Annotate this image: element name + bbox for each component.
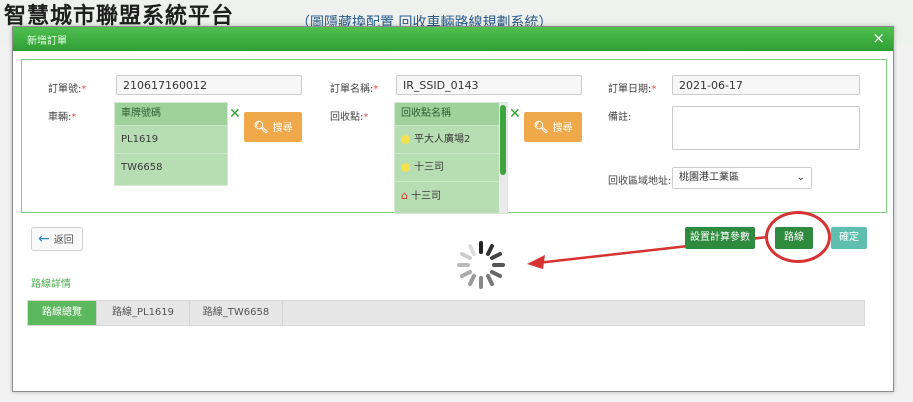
recycle-point-scrollbar[interactable] — [499, 103, 507, 213]
vehicle-label: 車輛:* — [48, 112, 77, 123]
confirm-button[interactable]: 確定 — [831, 227, 867, 249]
chevron-down-icon: ⌄ — [796, 172, 805, 183]
close-icon[interactable]: × — [872, 29, 885, 47]
tab-route-pl1619[interactable]: 路線_PL1619 — [97, 301, 190, 325]
recycle-area-label: 回收區域地址: — [608, 176, 672, 187]
tab-route-overview[interactable]: 路線總覽 — [28, 301, 97, 325]
clear-vehicle-icon[interactable]: ✕ — [229, 106, 241, 122]
clear-recycle-point-icon[interactable]: ✕ — [509, 106, 521, 122]
order-name-field[interactable]: IR_SSID_0143 — [396, 75, 582, 95]
recycle-point-label: 回收點:* — [330, 112, 369, 123]
list-item[interactable]: 十三司 — [395, 153, 507, 181]
modal-header: 新增訂單 × — [13, 27, 893, 51]
recycle-point-search-button[interactable]: 🔍︎ 搜尋 — [524, 112, 582, 142]
annotation-circle — [765, 211, 831, 263]
yellow-dot-icon — [401, 162, 410, 172]
vehicle-list[interactable]: 車牌號碼 PL1619 TW6658 — [114, 102, 228, 186]
tab-route-tw6658[interactable]: 路線_TW6658 — [190, 301, 283, 325]
order-date-label: 訂單日期:* — [608, 84, 657, 95]
order-no-label: 訂單號:* — [48, 84, 87, 95]
order-no-field[interactable]: 210617160012 — [116, 75, 302, 95]
search-icon: 🔍︎ — [533, 120, 549, 134]
route-tabs: 路線總覽 路線_PL1619 路線_TW6658 — [27, 300, 865, 326]
order-date-field[interactable]: 2021-06-17 — [672, 75, 860, 95]
recycle-area-select[interactable]: 桃園港工業區 ⌄ — [672, 167, 812, 189]
loading-spinner — [457, 241, 505, 289]
list-item[interactable]: 平大人廣場2 — [395, 125, 507, 153]
order-name-label: 訂單名稱:* — [330, 84, 379, 95]
list-item[interactable]: TW6658 — [115, 153, 227, 181]
list-item[interactable]: PL1619 — [115, 125, 227, 153]
settings-button[interactable]: 設置計算參數 — [685, 227, 755, 249]
vehicle-search-button[interactable]: 🔍︎ 搜尋 — [244, 112, 302, 142]
recycle-point-list-header: 回收點名稱 — [395, 103, 507, 125]
yellow-dot-icon — [401, 134, 410, 144]
remark-label: 備註: — [608, 112, 632, 123]
arrow-left-icon: ← — [38, 231, 50, 247]
back-button[interactable]: ← 返回 — [31, 227, 83, 251]
order-form: 訂單號:* 210617160012 訂單名稱:* IR_SSID_0143 訂… — [21, 59, 887, 214]
recycle-point-list[interactable]: 回收點名稱 平大人廣場2 十三司 ⌂ 十三司 — [394, 102, 508, 214]
vehicle-list-header: 車牌號碼 — [115, 103, 227, 125]
route-info-title: 路線詳情 — [31, 279, 71, 290]
house-icon: ⌂ — [401, 189, 408, 202]
new-order-modal: 新增訂單 × 訂單號:* 210617160012 訂單名稱:* IR_SSID… — [12, 26, 894, 392]
list-item[interactable]: ⌂ 十三司 — [395, 181, 507, 209]
remark-field[interactable] — [672, 106, 860, 150]
search-icon: 🔍︎ — [253, 120, 269, 134]
modal-title: 新增訂單 — [27, 36, 67, 47]
